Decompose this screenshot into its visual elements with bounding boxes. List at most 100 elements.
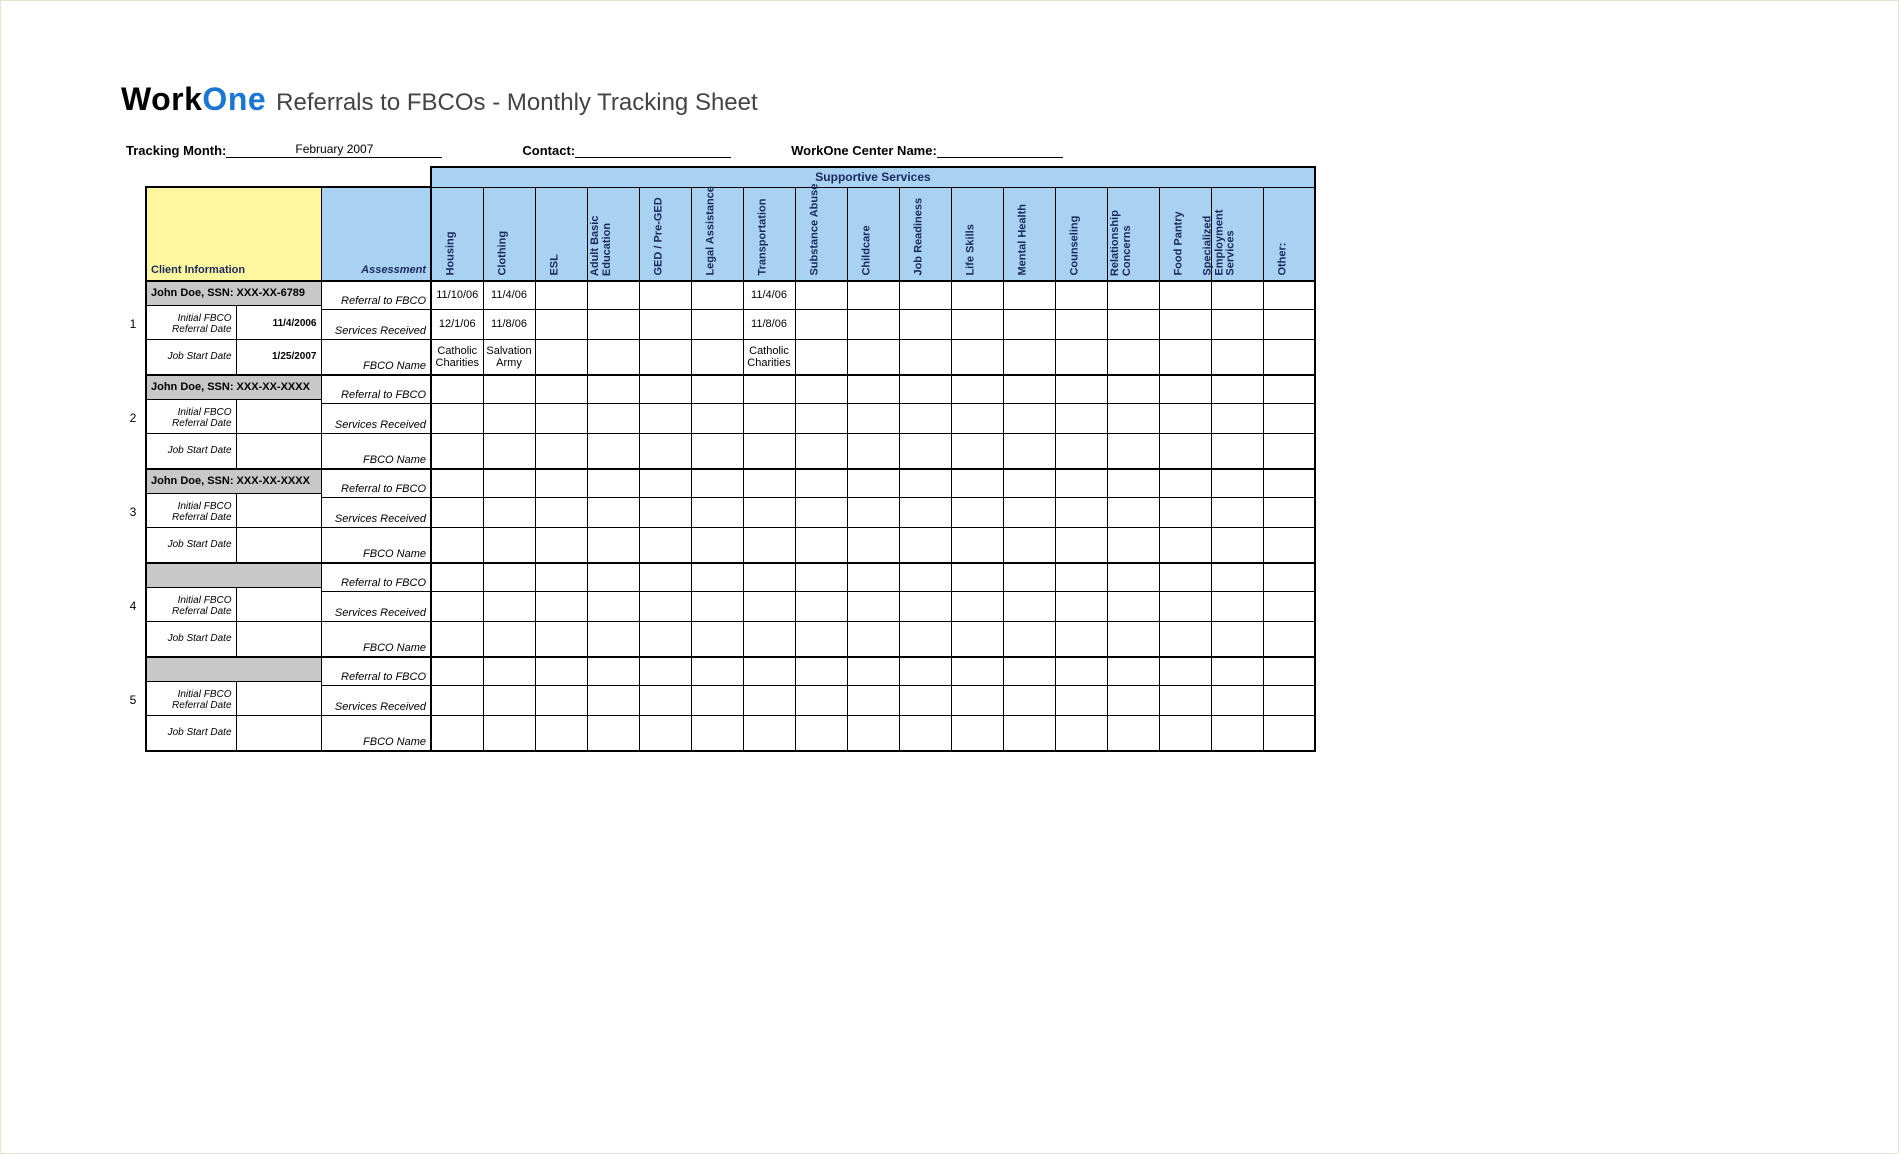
service-cell[interactable] bbox=[1003, 715, 1055, 751]
service-cell[interactable] bbox=[743, 657, 795, 685]
service-cell[interactable] bbox=[1107, 715, 1159, 751]
service-cell[interactable] bbox=[1159, 563, 1211, 591]
service-cell[interactable] bbox=[1003, 621, 1055, 657]
service-cell[interactable] bbox=[1055, 469, 1107, 497]
service-cell[interactable] bbox=[691, 281, 743, 309]
service-cell[interactable] bbox=[1263, 591, 1315, 621]
service-cell[interactable] bbox=[951, 281, 1003, 309]
service-cell[interactable] bbox=[795, 685, 847, 715]
service-cell[interactable] bbox=[639, 403, 691, 433]
service-cell[interactable] bbox=[587, 657, 639, 685]
service-cell[interactable] bbox=[1211, 527, 1263, 563]
service-cell[interactable] bbox=[899, 403, 951, 433]
service-cell[interactable] bbox=[1107, 339, 1159, 375]
service-cell[interactable] bbox=[847, 433, 899, 469]
service-cell[interactable] bbox=[1159, 309, 1211, 339]
service-cell[interactable]: Catholic Charities bbox=[431, 339, 483, 375]
service-cell[interactable] bbox=[795, 527, 847, 563]
service-cell[interactable] bbox=[1003, 339, 1055, 375]
service-cell[interactable] bbox=[1107, 469, 1159, 497]
service-cell[interactable] bbox=[639, 621, 691, 657]
service-cell[interactable] bbox=[483, 403, 535, 433]
service-cell[interactable] bbox=[795, 563, 847, 591]
service-cell[interactable] bbox=[951, 591, 1003, 621]
service-cell[interactable] bbox=[1003, 563, 1055, 591]
service-cell[interactable] bbox=[1211, 281, 1263, 309]
service-cell[interactable] bbox=[431, 621, 483, 657]
service-cell[interactable] bbox=[1003, 685, 1055, 715]
service-cell[interactable] bbox=[899, 563, 951, 591]
service-cell[interactable] bbox=[847, 591, 899, 621]
job-start-value[interactable]: 1/25/2007 bbox=[236, 339, 321, 375]
service-cell[interactable] bbox=[483, 433, 535, 469]
service-cell[interactable] bbox=[587, 375, 639, 403]
service-cell[interactable] bbox=[639, 309, 691, 339]
service-cell[interactable] bbox=[847, 339, 899, 375]
service-cell[interactable] bbox=[951, 685, 1003, 715]
service-cell[interactable] bbox=[1055, 563, 1107, 591]
service-cell[interactable] bbox=[535, 685, 587, 715]
service-cell[interactable] bbox=[951, 469, 1003, 497]
service-cell[interactable] bbox=[795, 309, 847, 339]
service-cell[interactable] bbox=[691, 591, 743, 621]
service-cell[interactable] bbox=[847, 497, 899, 527]
service-cell[interactable] bbox=[691, 685, 743, 715]
service-cell[interactable] bbox=[483, 591, 535, 621]
service-cell[interactable] bbox=[535, 527, 587, 563]
service-cell[interactable] bbox=[1263, 375, 1315, 403]
service-cell[interactable] bbox=[1107, 621, 1159, 657]
initial-referral-value[interactable] bbox=[236, 403, 321, 433]
service-cell[interactable] bbox=[1055, 621, 1107, 657]
service-cell[interactable] bbox=[1263, 433, 1315, 469]
service-cell[interactable] bbox=[1055, 281, 1107, 309]
service-cell[interactable] bbox=[1211, 433, 1263, 469]
service-cell[interactable] bbox=[587, 433, 639, 469]
service-cell[interactable] bbox=[1107, 403, 1159, 433]
service-cell[interactable] bbox=[483, 527, 535, 563]
service-cell[interactable] bbox=[847, 309, 899, 339]
service-cell[interactable] bbox=[587, 527, 639, 563]
service-cell[interactable] bbox=[483, 715, 535, 751]
service-cell[interactable] bbox=[1211, 469, 1263, 497]
service-cell[interactable] bbox=[431, 403, 483, 433]
service-cell[interactable] bbox=[951, 403, 1003, 433]
job-start-value[interactable] bbox=[236, 621, 321, 657]
service-cell[interactable] bbox=[1263, 309, 1315, 339]
service-cell[interactable] bbox=[431, 527, 483, 563]
service-cell[interactable] bbox=[1159, 591, 1211, 621]
service-cell[interactable] bbox=[1003, 281, 1055, 309]
service-cell[interactable] bbox=[951, 433, 1003, 469]
service-cell[interactable] bbox=[951, 309, 1003, 339]
service-cell[interactable] bbox=[535, 621, 587, 657]
service-cell[interactable] bbox=[899, 657, 951, 685]
service-cell[interactable] bbox=[431, 657, 483, 685]
service-cell[interactable] bbox=[951, 621, 1003, 657]
service-cell[interactable] bbox=[691, 309, 743, 339]
service-cell[interactable] bbox=[1159, 403, 1211, 433]
service-cell[interactable]: 11/10/06 bbox=[431, 281, 483, 309]
service-cell[interactable] bbox=[1159, 527, 1211, 563]
service-cell[interactable] bbox=[743, 469, 795, 497]
service-cell[interactable] bbox=[1211, 309, 1263, 339]
job-start-value[interactable] bbox=[236, 433, 321, 469]
service-cell[interactable] bbox=[1159, 715, 1211, 751]
service-cell[interactable] bbox=[1055, 527, 1107, 563]
service-cell[interactable] bbox=[1055, 591, 1107, 621]
service-cell[interactable] bbox=[1159, 685, 1211, 715]
service-cell[interactable] bbox=[483, 657, 535, 685]
service-cell[interactable] bbox=[899, 685, 951, 715]
service-cell[interactable] bbox=[535, 715, 587, 751]
service-cell[interactable] bbox=[1107, 497, 1159, 527]
service-cell[interactable] bbox=[431, 375, 483, 403]
service-cell[interactable] bbox=[743, 497, 795, 527]
service-cell[interactable] bbox=[1263, 469, 1315, 497]
service-cell[interactable] bbox=[1211, 657, 1263, 685]
service-cell[interactable] bbox=[535, 281, 587, 309]
service-cell[interactable] bbox=[1055, 657, 1107, 685]
service-cell[interactable] bbox=[899, 433, 951, 469]
service-cell[interactable] bbox=[899, 309, 951, 339]
service-cell[interactable] bbox=[1211, 339, 1263, 375]
service-cell[interactable] bbox=[639, 497, 691, 527]
service-cell[interactable] bbox=[431, 715, 483, 751]
service-cell[interactable] bbox=[795, 657, 847, 685]
